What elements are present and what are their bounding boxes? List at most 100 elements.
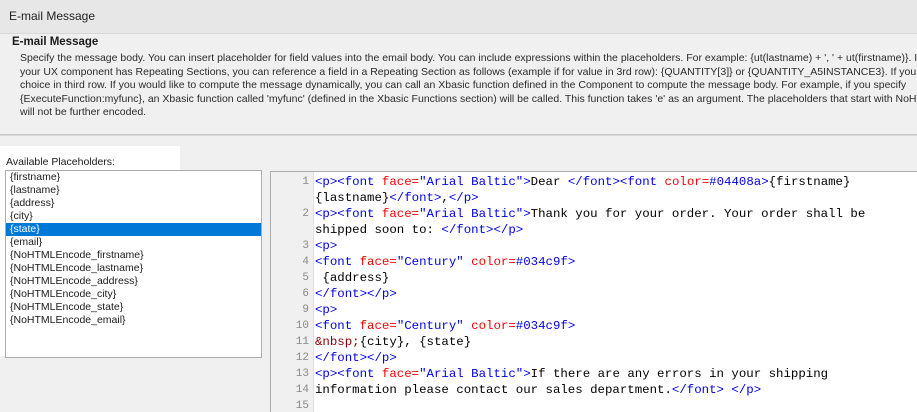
code-token: > <box>523 175 531 189</box>
line-number: 2 <box>302 208 309 220</box>
code-text: <font face="Century" color=#034c9f> <box>315 254 575 270</box>
description-heading: E-mail Message <box>12 36 99 48</box>
window-title: E-mail Message <box>9 9 96 23</box>
code-line: 12 </font></p> <box>271 350 917 366</box>
code-text: </font></p> <box>315 350 397 366</box>
code-token: color= <box>664 175 710 189</box>
placeholder-item[interactable]: {state} <box>6 223 261 236</box>
placeholder-item[interactable]: {address} <box>6 197 261 210</box>
line-number: 6 <box>302 288 309 300</box>
line-number: 4 <box>302 256 309 268</box>
code-token: {firstname} <box>768 175 851 189</box>
code-text: <p> <box>315 302 337 318</box>
placeholder-item[interactable]: {NoHTMLEncode_address} <box>6 275 261 288</box>
description-panel: E-mail Message Specify the message body.… <box>0 34 917 135</box>
code-token: face= <box>381 175 420 189</box>
line-number: 11 <box>295 336 309 348</box>
description-text: Specify the message body. You can insert… <box>20 52 917 120</box>
code-token: <font <box>315 255 360 269</box>
placeholder-item[interactable]: {NoHTMLEncode_email} <box>6 314 261 327</box>
line-number: 3 <box>302 240 309 252</box>
code-token: > <box>761 175 769 189</box>
code-token: information please contact our sales dep… <box>315 383 672 397</box>
code-token: </font> </p> <box>671 383 762 397</box>
line-number: 5 <box>302 272 309 284</box>
code-text: &nbsp;{city}, {state} <box>315 334 471 350</box>
description-line: will not be further encoded. <box>20 106 147 118</box>
code-text: information please contact our sales dep… <box>315 382 761 398</box>
code-line: 15 <box>271 398 917 412</box>
description-line: choice in third row. If you would like t… <box>20 79 907 91</box>
code-token: "Century" <box>396 255 464 269</box>
code-token: > <box>523 367 531 381</box>
code-line: 11 &nbsp;{city}, {state} <box>271 334 917 350</box>
description-line: {ExecuteFunction:myfunc}, an Xbasic func… <box>20 92 917 105</box>
code-token: {city}, {state} <box>359 335 472 349</box>
code-token: </font><font <box>567 175 665 189</box>
title-bar: E-mail Message <box>0 0 917 34</box>
placeholder-item[interactable]: {firstname} <box>6 171 261 184</box>
code-token: "Arial Baltic" <box>419 207 524 221</box>
line-number: 10 <box>295 320 309 332</box>
code-token: color= <box>471 255 516 269</box>
line-number: 9 <box>302 304 309 316</box>
code-text: <p><font face="Arial Baltic">Dear </font… <box>315 174 850 190</box>
code-token: "Arial Baltic" <box>419 367 524 381</box>
code-text: shipped soon to: </font></p> <box>315 222 523 238</box>
placeholder-item[interactable]: {NoHTMLEncode_lastname} <box>6 262 261 275</box>
placeholder-item[interactable]: {NoHTMLEncode_city} <box>6 288 261 301</box>
code-token: Dear <box>530 175 568 189</box>
code-token: <font <box>315 319 360 333</box>
placeholder-item[interactable]: {NoHTMLEncode_state} <box>6 301 261 314</box>
code-lines: 1 <p><font face="Arial Baltic">Dear </fon… <box>271 174 917 412</box>
code-token: , <box>441 191 449 205</box>
code-line: 6 </font></p> <box>271 286 917 302</box>
code-text: <p> <box>315 238 337 254</box>
line-number: 1 <box>302 176 309 188</box>
code-token: #034c9f <box>515 319 568 333</box>
placeholder-item[interactable]: {lastname} <box>6 184 261 197</box>
code-token: </font></p> <box>315 287 397 301</box>
code-token: {lastname} <box>315 191 390 205</box>
code-text: <font face="Century" color=#034c9f> <box>315 318 575 334</box>
placeholders-list[interactable]: {firstname} {lastname} {address} {city} {sta… <box>5 170 262 358</box>
code-line: 14 information please contact our sales d… <box>271 382 917 398</box>
code-line: 3 <p> <box>271 238 917 254</box>
code-token: {address} <box>315 271 390 285</box>
message-body-editor[interactable]: 1 <p><font face="Arial Baltic">Dear </fon… <box>270 171 917 412</box>
code-token: shipped soon to: <box>315 223 442 237</box>
code-token: face= <box>359 255 397 269</box>
code-text: <p><font face="Arial Baltic">If there ar… <box>315 366 828 382</box>
code-token: #034c9f <box>515 255 568 269</box>
line-number: 13 <box>295 368 309 380</box>
code-token: <p> <box>315 303 338 317</box>
code-token: </font></p> <box>441 223 524 237</box>
code-token: </font></p> <box>315 351 397 365</box>
code-text: {address} <box>315 270 389 286</box>
code-text: <p><font face="Arial Baltic">Thank you f… <box>315 206 865 222</box>
code-line: 5 {address} <box>271 270 917 286</box>
code-token: > <box>567 319 576 333</box>
code-line: 13 <p><font face="Arial Baltic">If there … <box>271 366 917 382</box>
code-token: <p><font <box>315 175 382 189</box>
code-token: "Century" <box>396 319 464 333</box>
code-token: > <box>523 207 531 221</box>
code-text: {lastname}</font>,</p> <box>315 190 479 206</box>
placeholder-item[interactable]: {city} <box>6 210 261 223</box>
code-token: &nbsp; <box>315 335 360 349</box>
code-token: </font> <box>389 191 442 205</box>
code-token: <p> <box>315 239 338 253</box>
code-token: <p><font <box>315 367 382 381</box>
code-token: "Arial Baltic" <box>419 175 524 189</box>
placeholder-item[interactable]: {email} <box>6 236 261 249</box>
code-line: 2 <p><font face="Arial Baltic">Thank you … <box>271 206 917 222</box>
code-line: {lastname}</font>,</p> <box>271 190 917 206</box>
code-token: #04408a <box>709 175 762 189</box>
line-number: 12 <box>295 352 309 364</box>
description-line: Specify the message body. You can insert… <box>20 52 917 64</box>
code-line: shipped soon to: </font></p> <box>271 222 917 238</box>
placeholder-item[interactable]: {NoHTMLEncode_firstname} <box>6 249 261 262</box>
code-token: face= <box>359 319 397 333</box>
code-token: color= <box>471 319 516 333</box>
code-text: </font></p> <box>315 286 397 302</box>
